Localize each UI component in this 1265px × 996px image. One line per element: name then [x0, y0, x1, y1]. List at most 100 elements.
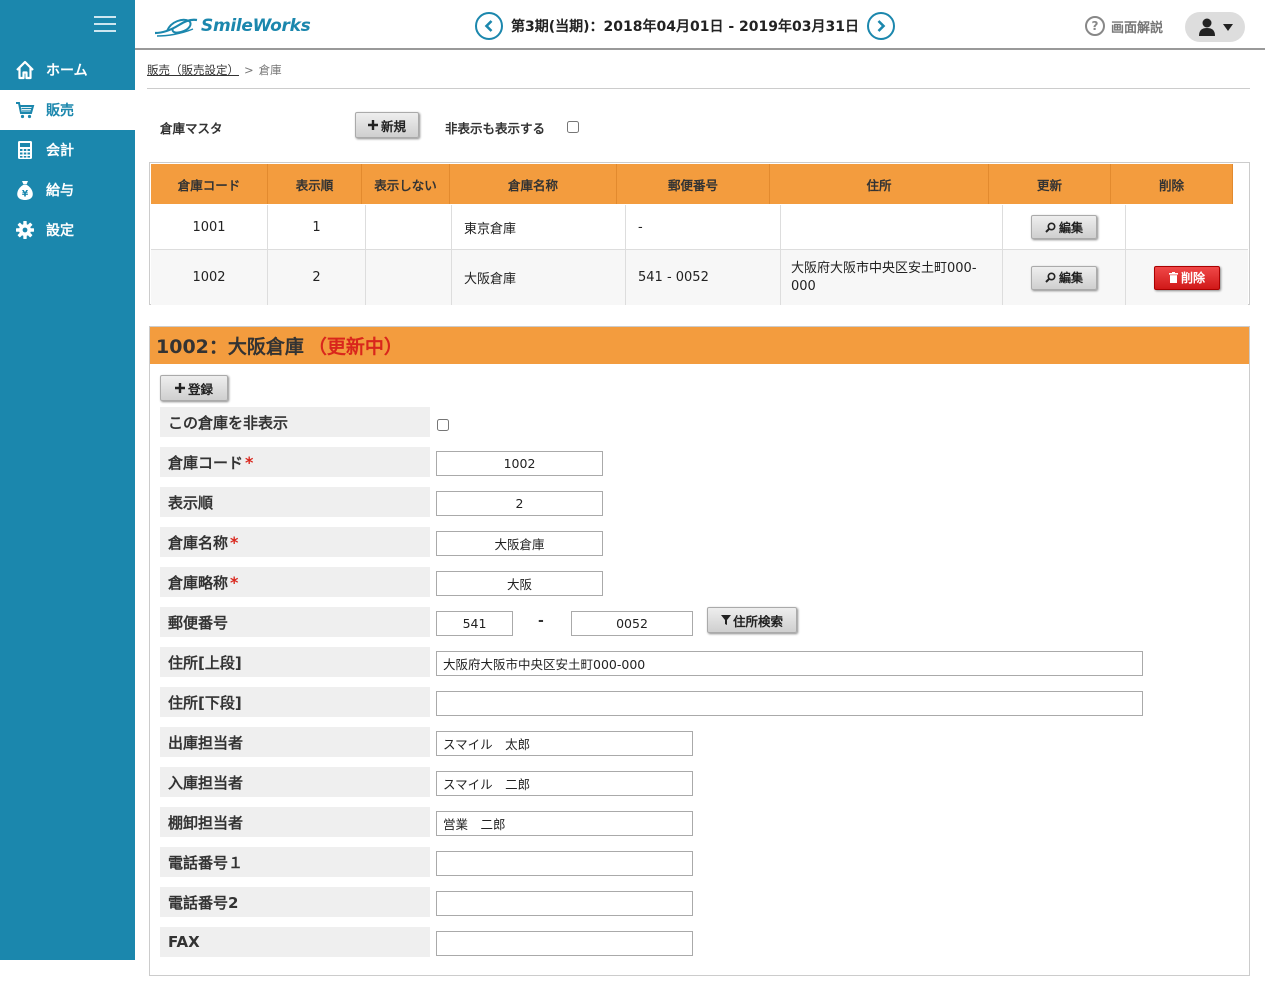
sidebar-item-label: 設定 [46, 223, 74, 239]
previous-period-button[interactable] [475, 12, 503, 40]
chevron-left-icon [484, 20, 493, 32]
col-header-code[interactable]: 倉庫コード [151, 164, 268, 204]
edit-panel-header: 1002：大阪倉庫 （更新中） [150, 327, 1249, 364]
col-header-hidden[interactable]: 表示しない [362, 164, 450, 204]
gear-icon [14, 219, 36, 241]
search-icon [1045, 272, 1056, 283]
smileworks-logo-icon [154, 18, 198, 37]
col-header-update: 更新 [989, 164, 1111, 204]
warehouse-code-input[interactable] [436, 451, 603, 476]
cell-code: 1002 [151, 250, 268, 305]
field-label-text: 出庫担当者 [168, 733, 244, 752]
home-icon [14, 59, 36, 81]
register-button[interactable]: 登録 [160, 375, 228, 401]
cell-address: 大阪府大阪市中央区安土町000-000 [781, 250, 1003, 305]
cell-name: 東京倉庫 [452, 205, 626, 249]
new-button-label: 新規 [380, 118, 406, 134]
show-hidden-checkbox[interactable] [567, 121, 579, 133]
app-logo[interactable]: SmileWorks [153, 13, 311, 39]
hamburger-menu-icon[interactable] [94, 16, 116, 34]
col-header-zip[interactable]: 郵便番号 [617, 164, 770, 204]
col-header-order[interactable]: 表示順 [268, 164, 362, 204]
field-label-text: 倉庫コード [168, 453, 244, 472]
screen-help-button[interactable]: ? 画面解説 [1085, 16, 1163, 36]
cell-delete [1126, 205, 1248, 249]
hide-warehouse-checkbox[interactable] [437, 419, 449, 431]
sidebar-item-payroll[interactable]: ¥ 給与 [0, 170, 135, 210]
cell-hidden [366, 250, 452, 305]
cell-address [781, 205, 1003, 249]
edit-status: （更新中） [307, 336, 403, 358]
breadcrumb-separator: > [244, 63, 254, 77]
phone1-input[interactable] [436, 851, 693, 876]
warehouse-name-input[interactable] [436, 531, 603, 556]
shipping-manager-input[interactable] [436, 731, 693, 756]
cell-hidden [366, 205, 452, 249]
col-header-address[interactable]: 住所 [770, 164, 989, 204]
phone2-input[interactable] [436, 891, 693, 916]
delete-button[interactable]: 削除 [1154, 265, 1220, 290]
user-menu-button[interactable] [1185, 12, 1245, 42]
next-period-button[interactable] [866, 12, 895, 40]
question-icon: ? [1085, 16, 1105, 36]
sidebar-item-sales[interactable]: 販売 [0, 90, 135, 130]
edit-title: 1002：大阪倉庫 [156, 336, 304, 358]
sidebar-item-accounting[interactable]: 会計 [0, 130, 135, 170]
dropdown-triangle-icon [1222, 24, 1233, 31]
money-bag-icon: ¥ [14, 179, 36, 201]
field-label-text: 住所[上段] [168, 653, 242, 672]
sidebar-item-settings[interactable]: 設定 [0, 210, 135, 250]
field-label: FAX [160, 927, 430, 957]
user-icon [1198, 18, 1215, 36]
divider [147, 88, 1250, 89]
table-header: 倉庫コード 表示順 表示しない 倉庫名称 郵便番号 住所 更新 削除 [151, 164, 1233, 204]
help-label: 画面解説 [1111, 20, 1164, 36]
field-label: 出庫担当者 [160, 727, 430, 757]
edit-panel: 1002：大阪倉庫 （更新中） 登録 この倉庫を非表示 倉庫コード* 表示順 倉… [149, 326, 1250, 976]
field-label: 棚卸担当者 [160, 807, 430, 837]
show-hidden-label: 非表示も表示する [445, 121, 546, 136]
field-label: 倉庫名称 * [160, 527, 430, 557]
edit-button[interactable]: 編集 [1031, 215, 1097, 239]
field-label-text: 住所[下段] [168, 693, 242, 712]
field-label-text: 倉庫名称 [168, 533, 229, 552]
zip-code-second-input[interactable] [571, 611, 693, 636]
required-mark: * [245, 452, 254, 472]
field-label: 表示順 [160, 487, 430, 517]
field-label: 電話番号2 [160, 887, 430, 917]
table-row[interactable]: 1001 1 東京倉庫 - 編集 [151, 205, 1248, 250]
plus-icon [367, 120, 378, 130]
sidebar-item-label: 会計 [46, 143, 74, 159]
warehouse-table: 倉庫コード 表示順 表示しない 倉庫名称 郵便番号 住所 更新 削除 1001 … [149, 162, 1250, 305]
trash-icon [1168, 272, 1178, 283]
zip-code-first-input[interactable] [436, 611, 513, 636]
field-label-text: 表示順 [168, 493, 214, 512]
warehouse-short-name-input[interactable] [436, 571, 603, 596]
fax-input[interactable] [436, 931, 693, 956]
required-mark: * [230, 572, 239, 592]
sidebar-item-label: ホーム [46, 63, 88, 79]
edit-button-label: 編集 [1058, 220, 1083, 235]
col-header-name[interactable]: 倉庫名称 [450, 164, 617, 204]
address-line2-input[interactable] [436, 691, 1143, 716]
cell-edit: 編集 [1003, 205, 1126, 249]
edit-button[interactable]: 編集 [1031, 265, 1097, 290]
address-search-button[interactable]: 住所検索 [707, 607, 797, 633]
address-line1-input[interactable] [436, 651, 1143, 676]
field-label-text: 電話番号１ [168, 853, 244, 872]
field-label-text: 入庫担当者 [168, 773, 244, 792]
cell-delete: 削除 [1126, 250, 1248, 305]
stocktaking-manager-input[interactable] [436, 811, 693, 836]
display-order-input[interactable] [436, 491, 603, 516]
receiving-manager-input[interactable] [436, 771, 693, 796]
breadcrumb: 販売（販売設定） > 倉庫 [147, 62, 282, 78]
new-button[interactable]: 新規 [355, 112, 419, 138]
period-selector: 第3期(当期)：2018年04月01日 - 2019年03月31日 [475, 12, 895, 40]
table-row[interactable]: 1002 2 大阪倉庫 541 - 0052 大阪府大阪市中央区安土町000-0… [151, 250, 1248, 305]
col-header-delete: 削除 [1111, 164, 1233, 204]
breadcrumb-link-sales-settings[interactable]: 販売（販売設定） [147, 62, 239, 78]
zip-dash: - [538, 613, 544, 629]
field-label: 倉庫略称 * [160, 567, 430, 597]
sidebar-item-home[interactable]: ホーム [0, 50, 135, 90]
sidebar: ホーム 販売 会計 ¥ 給与 設定 [0, 0, 135, 960]
